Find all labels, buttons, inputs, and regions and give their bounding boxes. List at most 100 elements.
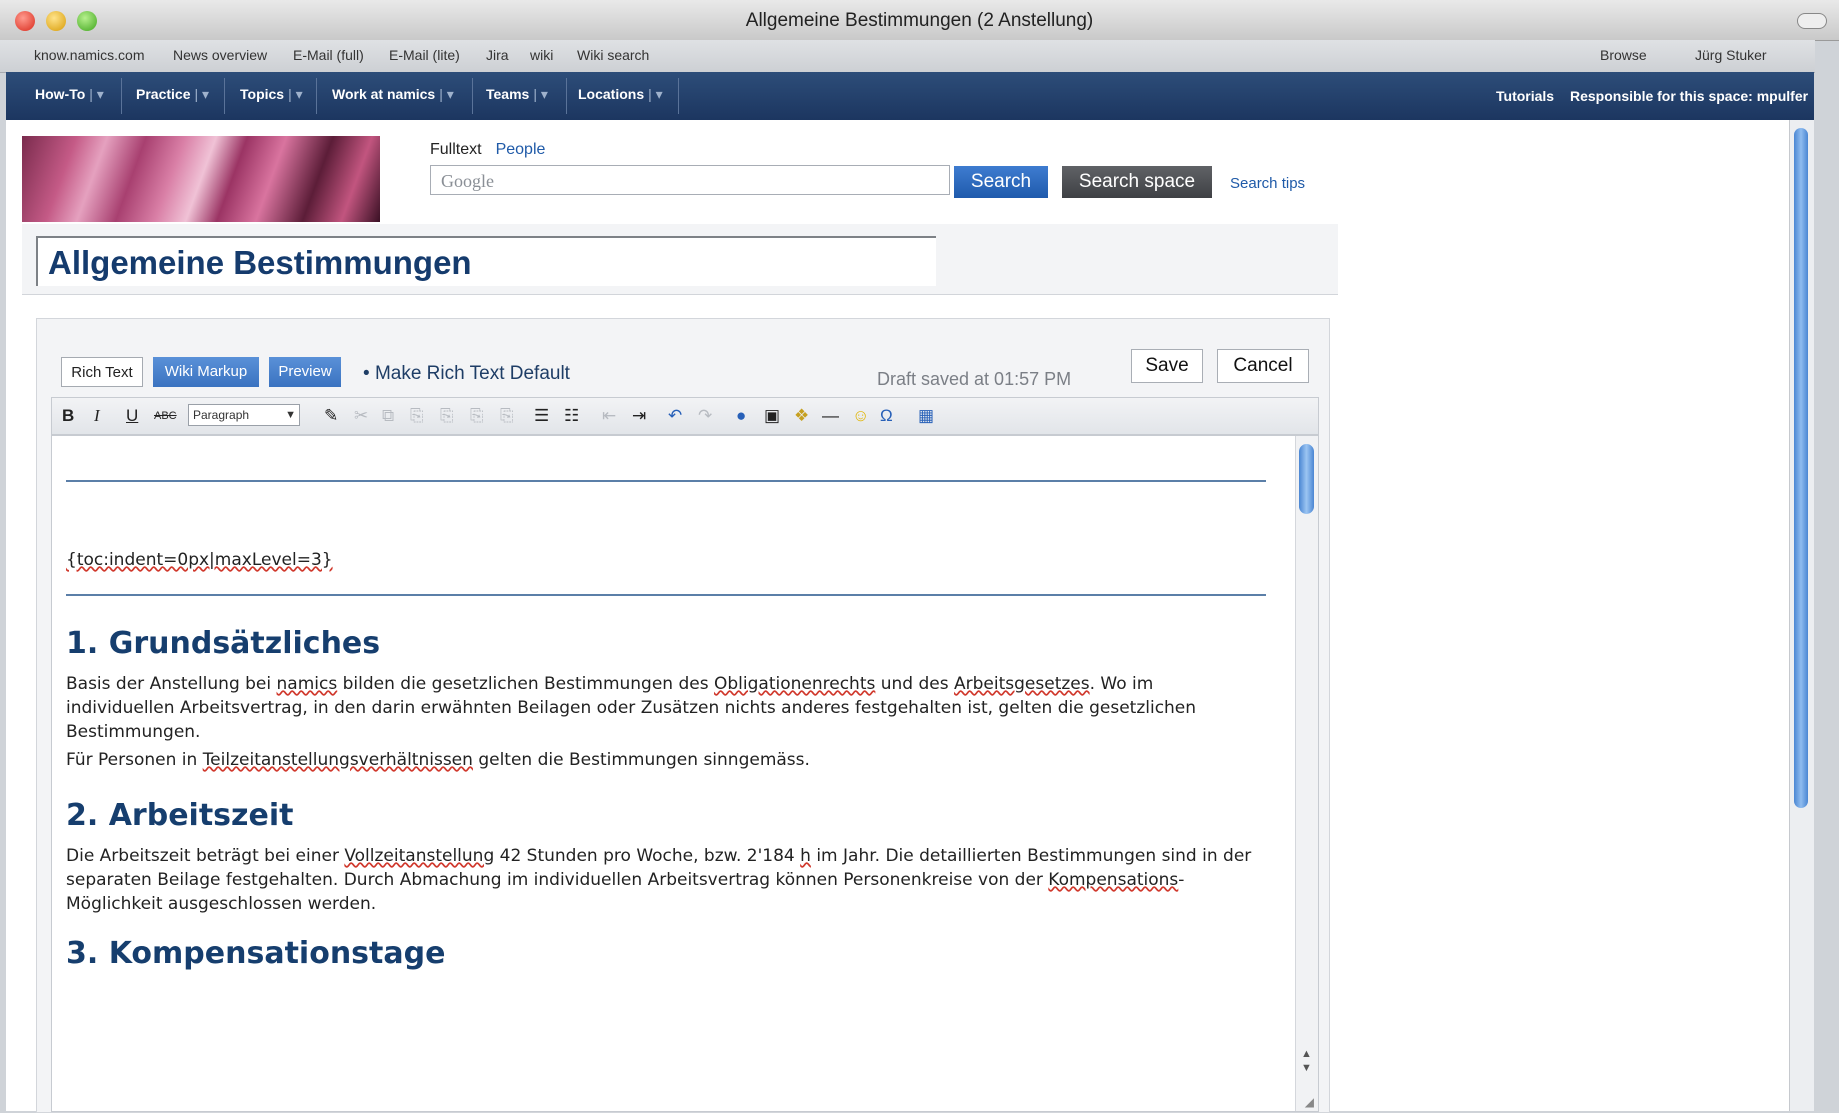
text-run: Obligationenrechts — [714, 674, 876, 694]
tutorials-link[interactable]: Tutorials — [1496, 88, 1554, 104]
undo-icon[interactable]: ↶ — [668, 406, 682, 426]
macro-icon[interactable]: ❖ — [794, 406, 809, 426]
redo-icon[interactable]: ↷ — [698, 406, 712, 426]
page-scroll-thumb[interactable] — [1794, 128, 1808, 808]
tab-wiki-markup[interactable]: Wiki Markup — [153, 357, 259, 387]
make-rich-text-default-link[interactable]: • Make Rich Text Default — [363, 363, 570, 385]
horizontal-rule — [66, 594, 1266, 596]
dropdown-arrow-icon: | ▾ — [89, 86, 104, 102]
page-title-panel: Allgemeine Bestimmungen — [22, 224, 1338, 295]
bookmark-jira[interactable]: Jira — [486, 47, 509, 63]
cut-icon[interactable]: ✂ — [354, 406, 368, 426]
paragraph-style-select[interactable]: Paragraph ▼ — [188, 404, 300, 426]
nav-work-at-namics[interactable]: Work at namics | ▾ — [332, 86, 454, 103]
text-run: Vollzeitanstellung — [344, 846, 495, 866]
resize-grip-icon[interactable]: ◢ — [1305, 1095, 1314, 1109]
outdent-icon[interactable]: ⇤ — [602, 406, 616, 426]
text-run: 42 Stunden pro Woche, bzw. 2'184 — [494, 846, 801, 866]
text-run: h — [800, 846, 811, 866]
toc-macro: {toc:indent=0px|maxLevel=3} — [66, 550, 333, 570]
search-button[interactable]: Search — [954, 166, 1048, 198]
editor-scroll-thumb[interactable] — [1299, 444, 1314, 514]
tab-rich-text[interactable]: Rich Text — [61, 357, 143, 387]
bookmark-wiki[interactable]: wiki — [530, 47, 553, 63]
space-responsible[interactable]: Responsible for this space: mpulfer — [1570, 88, 1808, 104]
tab-fulltext[interactable]: Fulltext — [430, 141, 482, 158]
bookmark-email-lite[interactable]: E-Mail (lite) — [389, 47, 460, 63]
google-logo: Google — [441, 171, 494, 191]
bookmark-news-overview[interactable]: News overview — [173, 47, 267, 63]
bookmark-know-namics[interactable]: know.namics.com — [34, 47, 144, 63]
paste-word-icon[interactable]: ⎘ — [470, 406, 484, 426]
emoticon-icon[interactable]: ☺ — [852, 406, 869, 426]
nav-divider — [566, 78, 567, 114]
nav-teams-label: Teams — [486, 86, 530, 102]
text-run: Teilzeitanstellungsverhältnissen — [202, 750, 473, 770]
page-scrollbar[interactable] — [1789, 120, 1814, 1111]
dropdown-arrow-icon: | ▾ — [533, 86, 548, 102]
make-default-label: Make Rich Text Default — [374, 363, 570, 384]
text-run: bilden die gesetzlichen Bestimmungen des — [337, 674, 714, 694]
italic-icon[interactable]: I — [94, 406, 100, 426]
nav-work-label: Work at namics — [332, 86, 436, 102]
paste-icon[interactable]: ⎘ — [410, 406, 424, 426]
dropdown-arrow-icon: | ▾ — [194, 86, 210, 102]
page-title-input[interactable]: Allgemeine Bestimmungen — [36, 236, 936, 286]
horizontal-rule-icon[interactable]: — — [822, 406, 839, 426]
format-icon[interactable]: ⎘ — [500, 406, 514, 426]
draft-status: Draft saved at 01:57 PM — [877, 369, 1072, 389]
text-run: Kompensations — [1048, 870, 1179, 890]
nav-topics[interactable]: Topics | ▾ — [240, 86, 303, 103]
nav-locations[interactable]: Locations | ▾ — [578, 86, 663, 103]
link-icon[interactable]: ● — [736, 406, 746, 426]
underline-icon[interactable]: U — [126, 406, 138, 426]
text-run: Die Arbeitszeit beträgt bei einer — [66, 846, 345, 866]
edit-icon[interactable]: ✎ — [324, 406, 338, 426]
cancel-button[interactable]: Cancel — [1217, 349, 1309, 383]
search-tips-link[interactable]: Search tips — [1230, 175, 1305, 192]
paragraph-teilzeit: Für Personen in Teilzeitanstellungsverhä… — [66, 748, 1266, 772]
nav-divider — [121, 78, 122, 114]
table-icon[interactable]: ▦ — [918, 406, 934, 426]
toc-macro-text: {toc:indent=0px|maxLevel=3} — [66, 550, 333, 570]
tab-people[interactable]: People — [496, 141, 546, 158]
editor-content-area[interactable]: {toc:indent=0px|maxLevel=3} 1. Grundsätz… — [51, 435, 1319, 1112]
search-space-button[interactable]: Search space — [1062, 166, 1212, 198]
strikethrough-icon[interactable]: ABC — [154, 410, 177, 422]
paste-text-icon[interactable]: ⎘ — [440, 406, 454, 426]
indent-icon[interactable]: ⇥ — [632, 406, 646, 426]
heading-arbeitszeit: 2. Arbeitszeit — [66, 798, 294, 833]
bookmark-email-full[interactable]: E-Mail (full) — [293, 47, 364, 63]
special-char-icon[interactable]: Ω — [880, 406, 893, 426]
save-button[interactable]: Save — [1131, 349, 1203, 383]
nav-topics-label: Topics — [240, 86, 285, 102]
editor-scrollbar[interactable]: ▲ ▼ — [1295, 436, 1318, 1111]
nav-how-to[interactable]: How-To | ▾ — [35, 86, 104, 103]
chevron-down-icon: ▼ — [285, 409, 296, 421]
image-icon[interactable]: ▣ — [764, 406, 780, 426]
numbered-list-icon[interactable]: ☷ — [564, 406, 579, 426]
search-input[interactable]: Google — [430, 165, 950, 195]
bullet-icon: • — [363, 363, 375, 384]
nav-teams[interactable]: Teams | ▾ — [486, 86, 548, 103]
scroll-arrows-icon[interactable]: ▲ ▼ — [1301, 1047, 1312, 1075]
toolbar-toggle-button[interactable] — [1797, 13, 1827, 29]
bookmark-wiki-search[interactable]: Wiki search — [577, 47, 649, 63]
bullet-list-icon[interactable]: ☰ — [534, 406, 549, 426]
text-run: und des — [875, 674, 955, 694]
text-run: namics — [276, 674, 338, 694]
search-type-tabs: Fulltext People — [430, 141, 559, 159]
bold-icon[interactable]: B — [62, 406, 74, 426]
rich-text-toolbar: B I U ABC Paragraph ▼ ✎ ✂ ⧉ ⎘ ⎘ ⎘ ⎘ ☰ ☷ ⇤… — [51, 397, 1319, 435]
paragraph-arbeitszeit: Die Arbeitszeit beträgt bei einer Vollze… — [66, 844, 1266, 916]
browse-link[interactable]: Browse — [1600, 47, 1647, 63]
tab-preview[interactable]: Preview — [269, 357, 341, 387]
window-titlebar: Allgemeine Bestimmungen (2 Anstellung) — [0, 0, 1839, 41]
user-link[interactable]: Jürg Stuker — [1695, 47, 1767, 63]
nav-practice[interactable]: Practice | ▾ — [136, 86, 209, 103]
editor-panel: Rich Text Wiki Markup Preview • Make Ric… — [36, 318, 1330, 1113]
copy-icon[interactable]: ⧉ — [382, 406, 394, 426]
bookmarks-bar: know.namics.com News overview E-Mail (fu… — [0, 40, 1815, 73]
nav-divider — [472, 78, 473, 114]
nav-locations-label: Locations — [578, 86, 645, 102]
